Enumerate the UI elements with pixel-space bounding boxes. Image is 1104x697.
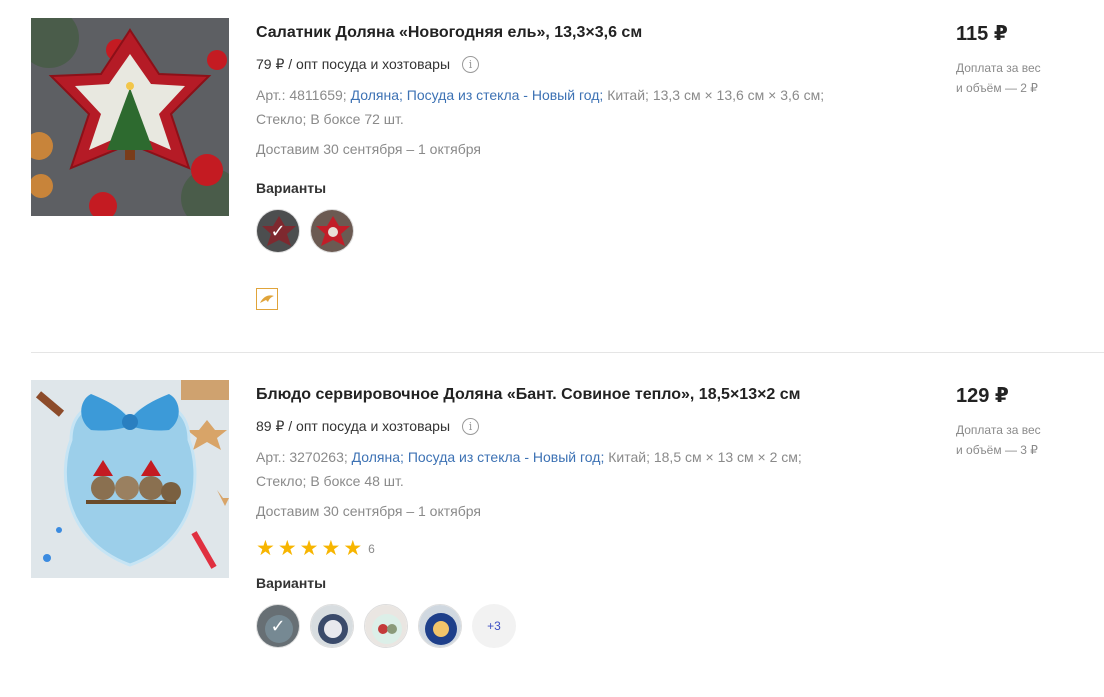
surcharge-note: Доплата за вес и объём — 3 ₽	[956, 420, 1066, 460]
variants-label: Варианты	[256, 575, 327, 591]
review-count[interactable]: 6	[368, 542, 375, 556]
product-card: Блюдо сервировочное Доляна «Бант. Совино…	[0, 353, 1104, 697]
delivery-date: Доставим 30 сентября – 1 октября	[256, 503, 481, 519]
surcharge-line-2: и объём — 2 ₽	[956, 81, 1038, 95]
unit-price: 89 ₽ / опт посуда и хозтовары	[256, 417, 451, 434]
surcharge-line-1: Доплата за вес	[956, 61, 1041, 75]
price: 129 ₽	[956, 385, 1009, 407]
country: Китай;	[608, 449, 650, 465]
unit-price: 79 ₽ / опт посуда и хозтовары	[256, 55, 451, 72]
star-icon: ★	[299, 537, 319, 560]
price-block: 129 ₽ Доплата за вес и объём — 3 ₽	[956, 384, 1096, 460]
rating[interactable]: ★ ★ ★ ★ ★ 6	[256, 537, 896, 560]
price-block: 115 ₽ Доплата за вес и объём — 2 ₽	[956, 22, 1096, 98]
dimensions: 18,5 см × 13 см × 2 см;	[653, 449, 802, 465]
brand-link[interactable]: Доляна;	[351, 87, 403, 103]
surcharge-line-2: и объём — 3 ₽	[956, 443, 1038, 457]
star-icon: ★	[277, 537, 297, 560]
delivery-date: Доставим 30 сентября – 1 октября	[256, 141, 481, 157]
variant-swatch[interactable]	[364, 604, 408, 648]
check-icon: ✓	[257, 605, 299, 647]
check-icon: ✓	[257, 210, 299, 252]
product-specs: Арт.: 3270263; Доляна; Посуда из стекла …	[256, 445, 856, 493]
product-card: Салатник Доляна «Новогодняя ель», 13,3×3…	[0, 0, 1104, 352]
variants-list: ✓ +3	[256, 604, 896, 648]
product-title[interactable]: Блюдо сервировочное Доляна «Бант. Совино…	[256, 384, 896, 406]
surcharge-note: Доплата за вес и объём — 2 ₽	[956, 58, 1066, 98]
product-title[interactable]: Салатник Доляна «Новогодняя ель», 13,3×3…	[256, 22, 896, 44]
product-image[interactable]	[31, 380, 229, 578]
product-info: Салатник Доляна «Новогодняя ель», 13,3×3…	[256, 22, 896, 310]
unit-price-row: 89 ₽ / опт посуда и хозтовары i	[256, 416, 896, 436]
material: Стекло;	[256, 473, 307, 489]
product-info: Блюдо сервировочное Доляна «Бант. Совино…	[256, 384, 896, 648]
product-specs: Арт.: 4811659; Доляна; Посуда из стекла …	[256, 83, 856, 131]
product-image[interactable]	[31, 18, 229, 216]
unit-price-row: 79 ₽ / опт посуда и хозтовары i	[256, 54, 896, 74]
star-icon: ★	[256, 537, 275, 560]
box-quantity: В боксе 48 шт.	[310, 473, 404, 489]
more-variants-button[interactable]: +3	[472, 604, 516, 648]
country: Китай;	[607, 87, 649, 103]
brand-link[interactable]: Доляна;	[352, 449, 404, 465]
material: Стекло;	[256, 111, 307, 127]
price: 115 ₽	[956, 23, 1008, 45]
variant-swatch-selected[interactable]: ✓	[256, 209, 300, 253]
dimensions: 13,3 см × 13,6 см × 3,6 см;	[652, 87, 825, 103]
dolphin-badge-icon[interactable]	[256, 288, 278, 310]
variant-swatch[interactable]	[418, 604, 462, 648]
info-icon[interactable]: i	[462, 417, 480, 435]
box-quantity: В боксе 72 шт.	[310, 111, 404, 127]
variants-label: Варианты	[256, 180, 327, 196]
variant-swatch[interactable]	[310, 209, 354, 253]
star-icon: ★	[343, 537, 363, 560]
article-number: Арт.: 3270263;	[256, 449, 348, 465]
star-icon: ★	[321, 537, 341, 560]
variant-swatch-selected[interactable]: ✓	[256, 604, 300, 648]
category-link[interactable]: Посуда из стекла - Новый год;	[407, 87, 604, 103]
variants-list: ✓	[256, 209, 896, 253]
surcharge-line-1: Доплата за вес	[956, 423, 1041, 437]
info-icon[interactable]: i	[462, 55, 480, 73]
article-number: Арт.: 4811659;	[256, 87, 347, 103]
category-link[interactable]: Посуда из стекла - Новый год;	[408, 449, 605, 465]
variant-swatch[interactable]	[310, 604, 354, 648]
